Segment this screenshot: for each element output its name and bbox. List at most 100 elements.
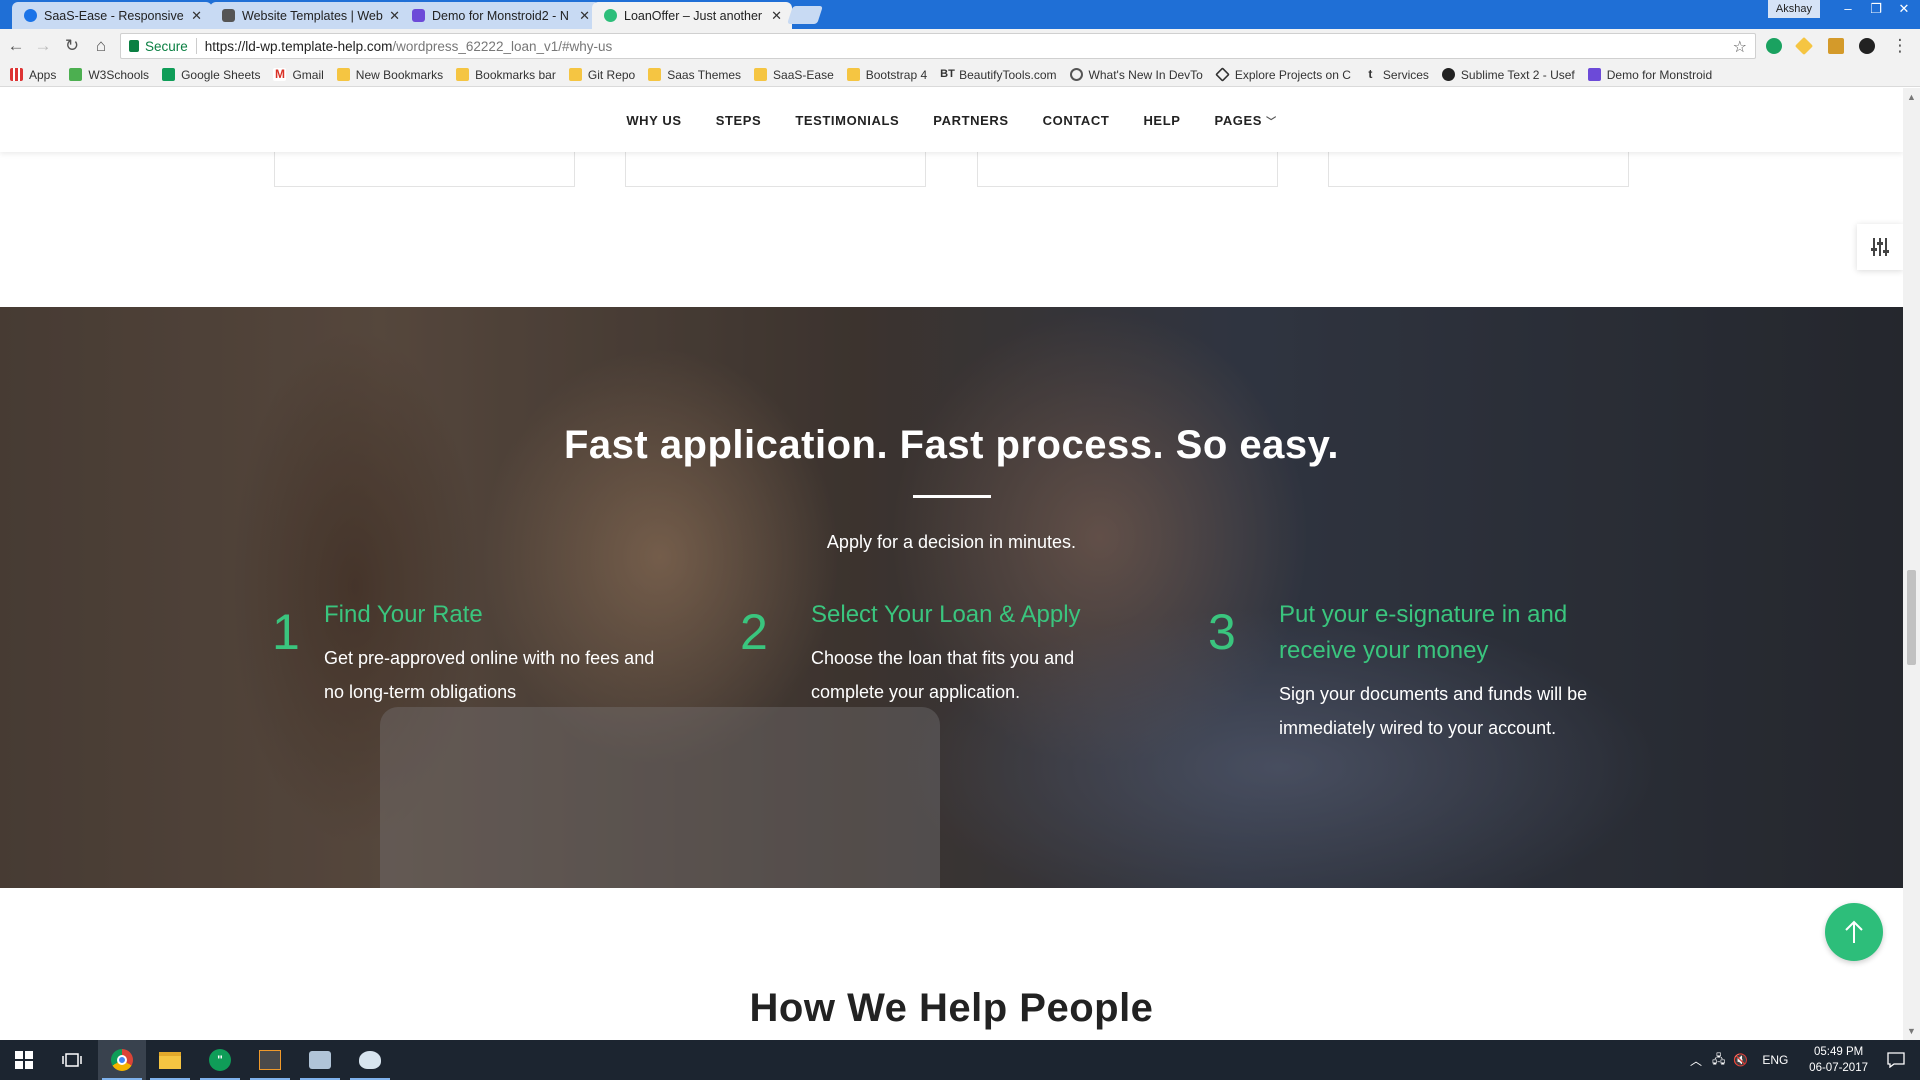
tab-title: SaaS-Ease - Responsive S xyxy=(44,8,186,23)
bookmark-label: New Bookmarks xyxy=(355,67,444,82)
scroll-up-icon[interactable]: ▲ xyxy=(1907,92,1916,102)
start-button[interactable] xyxy=(0,1040,48,1080)
url-text[interactable]: https://ld-wp.template-help.com/wordpres… xyxy=(205,39,612,54)
nav-why-us[interactable]: WHY US xyxy=(626,113,681,128)
bookmark-folder[interactable]: New Bookmarks xyxy=(336,67,444,82)
bookmark-folder[interactable]: Saas Themes xyxy=(648,68,741,82)
browser-tab[interactable]: Website Templates | Web ✕ xyxy=(210,2,410,29)
page-scrollbar[interactable]: ▲ ▼ xyxy=(1903,88,1920,1040)
scrollbar-thumb[interactable] xyxy=(1907,570,1916,665)
bookmark-star-icon[interactable]: ☆ xyxy=(1733,37,1747,57)
close-tab-icon[interactable]: ✕ xyxy=(579,8,590,24)
taskbar-hangouts[interactable]: " xyxy=(196,1040,244,1080)
browser-tab[interactable]: Demo for Monstroid2 - N ✕ xyxy=(400,2,600,29)
bookmark-item[interactable]: Explore Projects on C xyxy=(1214,67,1351,82)
nav-testimonials[interactable]: TESTIMONIALS xyxy=(795,113,899,128)
browser-tab[interactable]: SaaS-Ease - Responsive S ✕ xyxy=(12,2,212,29)
bookmark-label: BeautifyTools.com xyxy=(959,67,1057,82)
nav-partners[interactable]: PARTNERS xyxy=(933,113,1008,128)
hero-title: Fast application. Fast process. So easy. xyxy=(563,423,1340,467)
windows-taskbar: " ︿ 🖧 🔇 ENG 05:49 PM 06-07-2017 xyxy=(0,1040,1920,1080)
bookmark-item[interactable]: M Gmail xyxy=(273,67,324,82)
taskbar-paint[interactable] xyxy=(346,1040,394,1080)
taskbar-sublime[interactable] xyxy=(246,1040,294,1080)
scroll-down-icon[interactable]: ▼ xyxy=(1907,1026,1916,1036)
taskbar-file-explorer[interactable] xyxy=(146,1040,194,1080)
folder-icon xyxy=(754,68,768,81)
bookmark-item[interactable]: Google Sheets xyxy=(162,68,260,82)
tab-favicon-icon xyxy=(604,9,617,22)
taskbar-app[interactable] xyxy=(296,1040,344,1080)
bookmark-label: Google Sheets xyxy=(181,67,261,82)
menu-icon[interactable]: ⋮ xyxy=(1890,36,1910,56)
network-icon[interactable]: 🖧 xyxy=(1712,1050,1725,1071)
nav-pages-label: PAGES xyxy=(1214,112,1263,128)
bookmark-item[interactable]: Demo for Monstroid xyxy=(1587,68,1712,82)
tab-favicon-icon xyxy=(24,9,37,22)
bookmark-item[interactable]: Sublime Text 2 - Usef xyxy=(1441,68,1575,82)
bookmark-folder[interactable]: SaaS-Ease xyxy=(754,68,834,82)
tab-favicon-icon xyxy=(222,9,235,22)
sublime-icon xyxy=(259,1050,281,1070)
github-icon xyxy=(1441,68,1455,81)
nav-contact[interactable]: CONTACT xyxy=(1043,113,1110,128)
browser-tab-active[interactable]: LoanOffer – Just another ✕ xyxy=(592,2,792,29)
extension-icon[interactable] xyxy=(1766,38,1782,54)
chevron-up-icon[interactable]: ︿ xyxy=(1690,1052,1702,1069)
nav-steps[interactable]: STEPS xyxy=(716,113,762,128)
new-tab-button[interactable] xyxy=(787,6,823,24)
settings-panel-toggle[interactable] xyxy=(1857,224,1903,270)
feature-card xyxy=(274,152,575,187)
bookmark-item[interactable]: W3Schools xyxy=(69,68,149,82)
profile-name[interactable]: Akshay xyxy=(1767,0,1820,18)
close-window-icon[interactable]: ✕ xyxy=(1890,0,1918,20)
bookmark-label: Bootstrap 4 xyxy=(865,67,928,82)
task-view-button[interactable] xyxy=(48,1040,96,1080)
bookmark-item[interactable]: Apps xyxy=(10,68,56,82)
bookmark-folder[interactable]: Bootstrap 4 xyxy=(846,67,928,82)
tab-favicon-icon xyxy=(412,9,425,22)
folder-icon xyxy=(648,68,662,81)
folder-icon xyxy=(159,1051,181,1069)
bookmark-item[interactable]: What's New In DevTo xyxy=(1069,68,1203,82)
sheets-icon xyxy=(162,68,176,81)
paint-icon xyxy=(359,1051,381,1069)
feature-cards-row xyxy=(0,152,1903,187)
extension-icon[interactable] xyxy=(1828,38,1844,54)
browser-tab-strip: SaaS-Ease - Responsive S ✕ Website Templ… xyxy=(0,0,1920,29)
bookmark-label: SaaS-Ease xyxy=(773,67,834,82)
bookmark-item[interactable]: t Services xyxy=(1364,68,1429,82)
address-bar[interactable]: Secure https://ld-wp.template-help.com/w… xyxy=(120,33,1756,59)
taskbar-chrome[interactable] xyxy=(98,1040,146,1080)
bookmark-folder[interactable]: Bookmarks bar xyxy=(456,68,556,82)
scroll-to-top-button[interactable] xyxy=(1825,903,1883,961)
bookmark-folder[interactable]: Git Repo xyxy=(568,68,635,82)
back-icon[interactable]: ← xyxy=(6,36,26,56)
extension-star-icon[interactable] xyxy=(1794,36,1814,56)
minimize-icon[interactable]: – xyxy=(1834,0,1862,20)
step-number: 3 xyxy=(1208,604,1236,660)
extension-icon[interactable] xyxy=(1859,38,1875,54)
url-path: /wordpress_62222_loan_v1/#why-us xyxy=(392,38,613,54)
close-tab-icon[interactable]: ✕ xyxy=(389,8,400,24)
gmail-icon: M xyxy=(273,67,287,81)
bookmark-item[interactable]: BT BeautifyTools.com xyxy=(940,68,1056,82)
clock-date: 06-07-2017 xyxy=(1809,1062,1868,1074)
close-tab-icon[interactable]: ✕ xyxy=(771,8,782,24)
nav-pages[interactable]: PAGES ﹀ xyxy=(1215,113,1277,128)
bookmarks-bar: Apps W3Schools Google Sheets M Gmail New … xyxy=(0,63,1920,87)
home-icon[interactable]: ⌂ xyxy=(91,36,111,56)
system-clock[interactable]: 05:49 PM 06-07-2017 xyxy=(1809,1044,1868,1076)
reload-icon[interactable]: ↻ xyxy=(62,36,82,56)
restore-icon[interactable]: ❐ xyxy=(1862,0,1890,20)
secure-label: Secure xyxy=(145,38,188,54)
close-tab-icon[interactable]: ✕ xyxy=(191,8,202,24)
action-center-button[interactable] xyxy=(1872,1040,1920,1080)
notification-icon xyxy=(1887,1052,1905,1068)
volume-muted-icon[interactable]: 🔇 xyxy=(1733,1053,1748,1067)
forward-icon[interactable]: → xyxy=(33,36,53,56)
hangouts-icon: " xyxy=(209,1049,231,1071)
language-indicator[interactable]: ENG xyxy=(1762,1053,1788,1067)
nav-help[interactable]: HELP xyxy=(1143,113,1180,128)
tab-title: Demo for Monstroid2 - N xyxy=(432,8,569,23)
